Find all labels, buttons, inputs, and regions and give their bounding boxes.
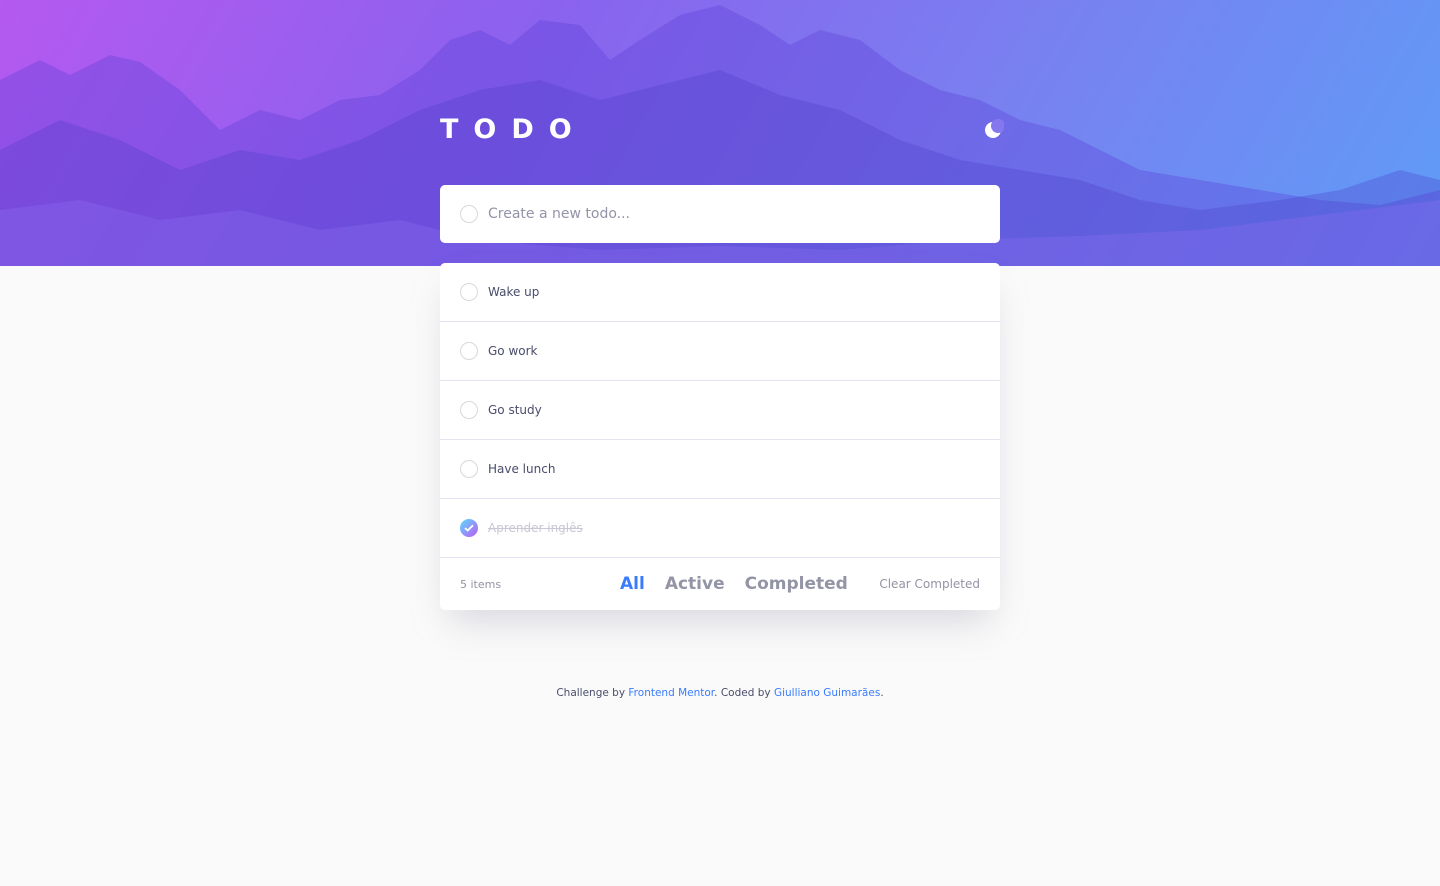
attribution: Challenge by Frontend Mentor. Coded by G… [0,687,1440,699]
clear-completed-button[interactable]: Clear Completed [879,577,980,591]
theme-toggle-button[interactable] [982,119,1005,141]
todo-text: Go work [488,344,538,358]
todo-item[interactable]: Wake up [440,263,1000,322]
todo-item[interactable]: Have lunch [440,440,1000,499]
author-link[interactable]: Giulliano Guimarães [774,687,880,699]
todo-text: Wake up [488,285,540,299]
todo-check-circle[interactable] [460,401,478,419]
todo-text: Go study [488,403,542,417]
new-todo-form [440,185,1000,243]
todo-item-completed[interactable]: Aprender inglês [440,499,1000,558]
todo-check-circle[interactable] [460,460,478,478]
new-todo-check-circle[interactable] [460,205,478,223]
filter-completed[interactable]: Completed [745,574,848,594]
items-count: 5 items [460,577,502,591]
attribution-middle: . Coded by [714,687,771,699]
todo-check-circle[interactable] [460,342,478,360]
todo-list: Wake up Go work Go study Have lunch Apre… [440,263,1000,610]
filter-all[interactable]: All [620,574,645,594]
filter-group: All Active Completed [620,558,848,610]
todo-item[interactable]: Go study [440,381,1000,440]
todo-text: Have lunch [488,462,556,476]
list-footer: 5 items All Active Completed Clear Compl… [440,558,1000,610]
todo-check-circle[interactable] [460,283,478,301]
moon-icon [985,119,1005,138]
check-icon [464,524,474,532]
todo-check-circle-checked[interactable] [460,519,478,537]
attribution-suffix: . [880,687,884,699]
attribution-prefix: Challenge by [556,687,626,699]
todo-text: Aprender inglês [488,521,583,535]
new-todo-input[interactable] [488,206,968,222]
app-title: TODO [440,114,587,145]
filter-active[interactable]: Active [665,574,725,594]
todo-item[interactable]: Go work [440,322,1000,381]
frontend-mentor-link[interactable]: Frontend Mentor [628,687,714,699]
